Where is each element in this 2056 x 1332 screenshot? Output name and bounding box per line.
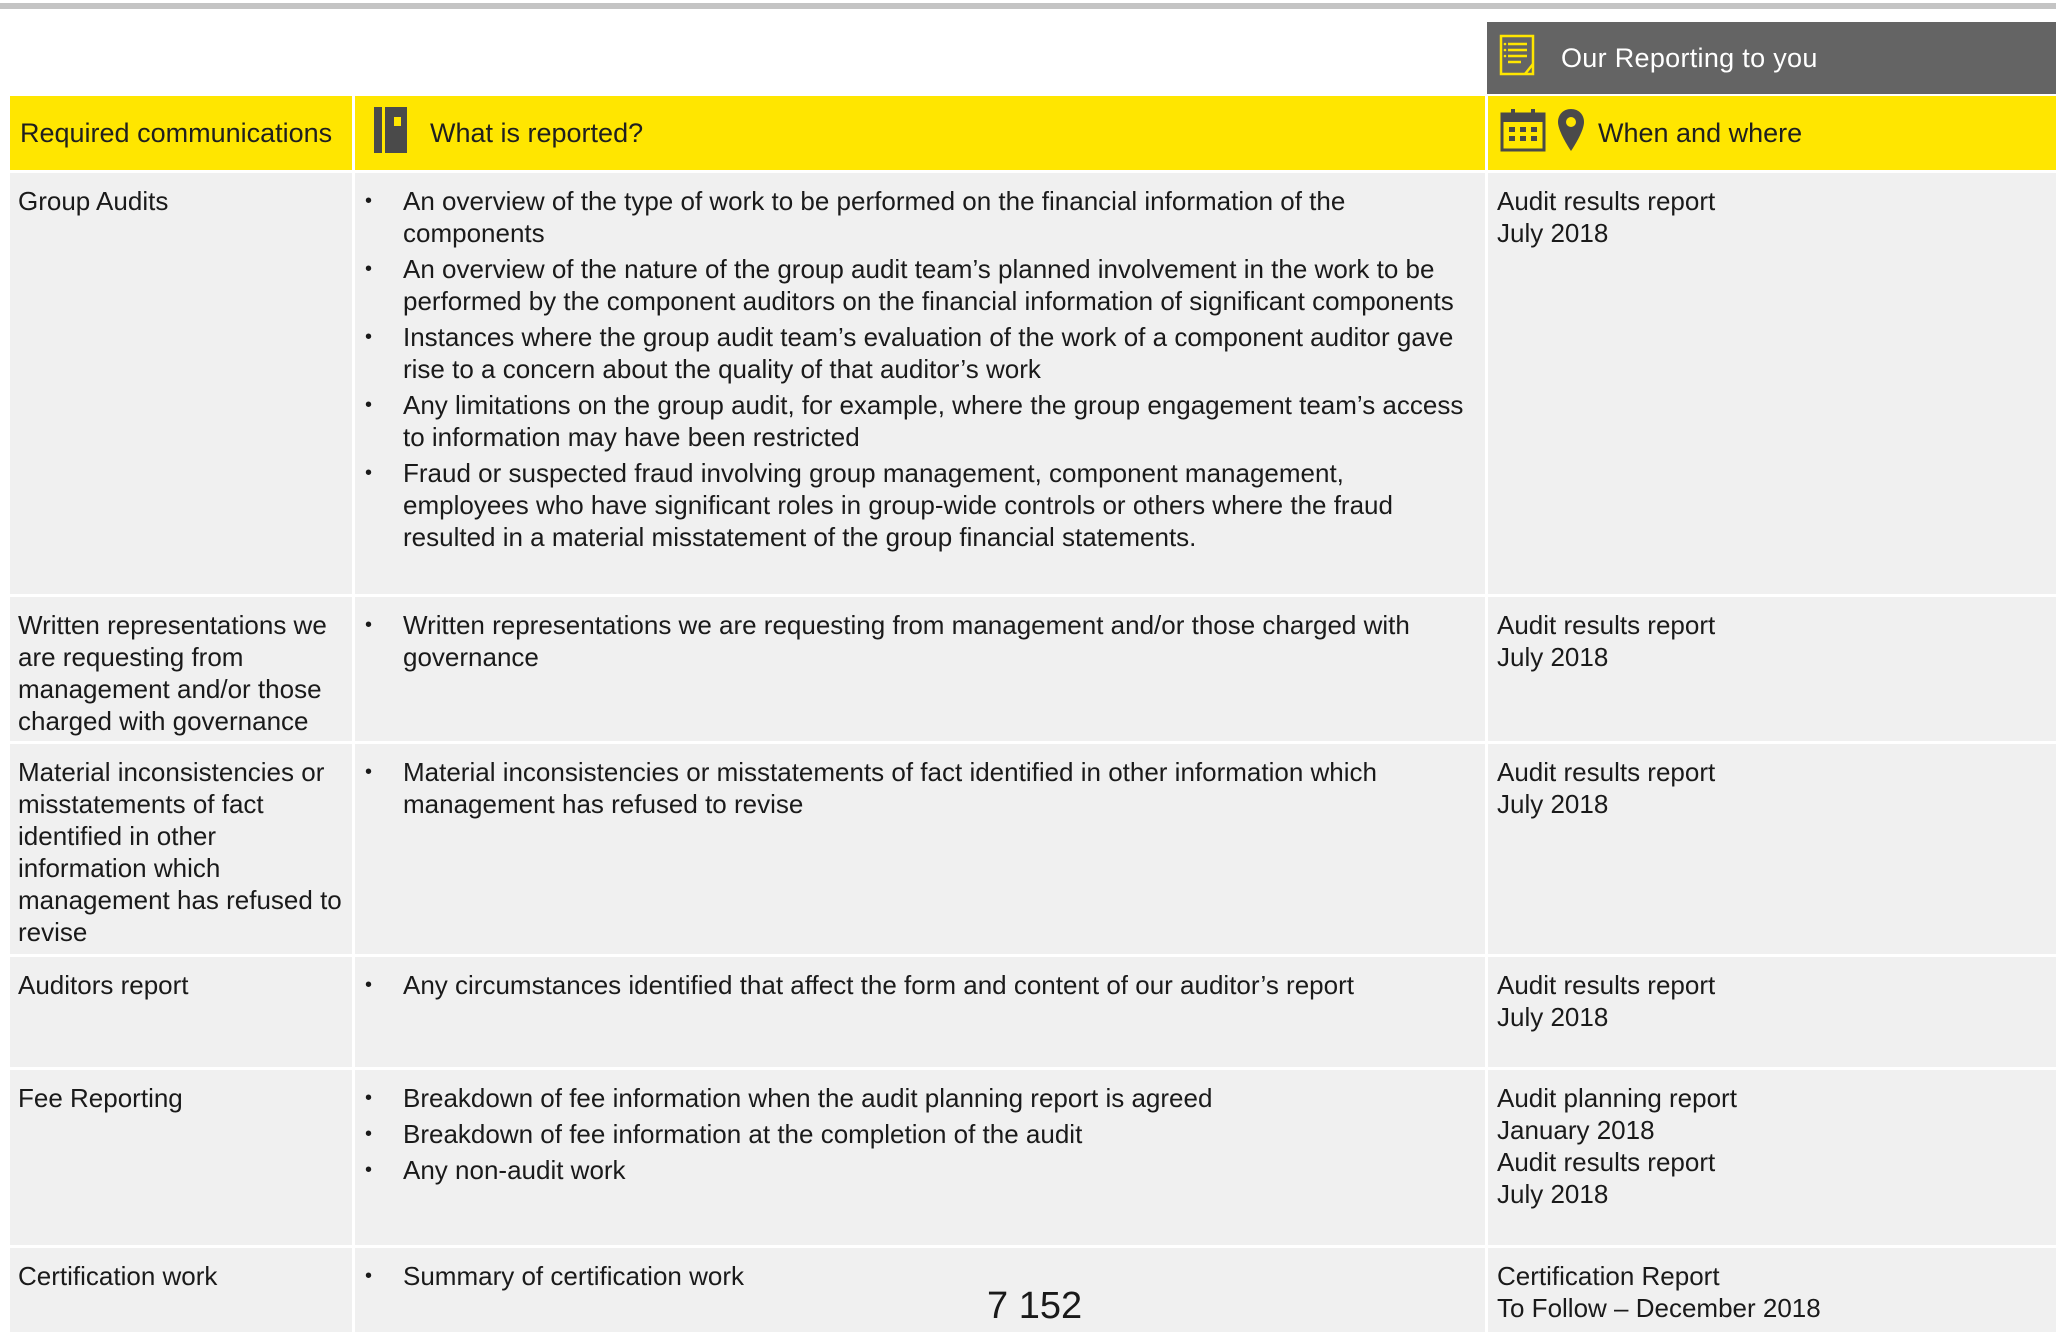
reported-list: Material inconsistencies or misstatement… (365, 756, 1475, 820)
reported-list: Breakdown of fee information when the au… (365, 1082, 1475, 1186)
requirement-cell: Auditors report (10, 957, 352, 1067)
reported-cell: Breakdown of fee information when the au… (355, 1070, 1485, 1245)
list-item: Any circumstances identified that affect… (365, 969, 1475, 1001)
list-item: An overview of the nature of the group a… (365, 253, 1475, 317)
when-cell: Audit results report July 2018 (1488, 597, 2056, 741)
when-cell: Audit results report July 2018 (1488, 173, 2056, 594)
header-when-label: When and where (1598, 117, 1803, 148)
page-number: 7 152 (987, 1285, 1083, 1327)
reported-list: Any circumstances identified that affect… (365, 969, 1475, 1001)
list-item: Instances where the group audit team’s e… (365, 321, 1475, 385)
requirement-cell: Certification work (10, 1248, 352, 1332)
list-item: Written representations we are requestin… (365, 609, 1475, 673)
header-required-communications: Required communications (10, 96, 352, 170)
reported-cell: An overview of the type of work to be pe… (355, 173, 1485, 594)
when-cell: Certification Report To Follow – Decembe… (1488, 1248, 2056, 1332)
list-item: Any non-audit work (365, 1154, 1475, 1186)
banner-title: Our Reporting to you (1561, 42, 1818, 73)
reported-cell: Summary of certification work (355, 1248, 1485, 1332)
list-item: Fraud or suspected fraud involving group… (365, 457, 1475, 553)
notebook-icon (372, 105, 410, 162)
calendar-icon (1500, 107, 1546, 160)
reported-cell: Any circumstances identified that affect… (355, 957, 1485, 1067)
reporting-banner: Our Reporting to you (1487, 22, 2056, 94)
when-cell: Audit results report July 2018 (1488, 957, 2056, 1067)
top-divider (0, 3, 2056, 9)
list-item: Any limitations on the group audit, for … (365, 389, 1475, 453)
communications-table: Required communications What is reported… (10, 96, 2056, 1332)
when-cell: Audit results report July 2018 (1488, 744, 2056, 954)
requirement-cell: Material inconsistencies or misstatement… (10, 744, 352, 954)
header-what-is-reported: What is reported? (355, 96, 1485, 170)
list-item: Material inconsistencies or misstatement… (365, 756, 1475, 820)
header-what-label: What is reported? (430, 117, 644, 148)
requirement-cell: Fee Reporting (10, 1070, 352, 1245)
reported-cell: Written representations we are requestin… (355, 597, 1485, 741)
when-cell: Audit planning report January 2018 Audit… (1488, 1070, 2056, 1245)
header-when-and-where: When and where (1488, 96, 2056, 170)
requirement-cell: Group Audits (10, 173, 352, 594)
location-pin-icon (1556, 107, 1586, 160)
list-item: Breakdown of fee information at the comp… (365, 1118, 1475, 1150)
requirement-cell: Written representations we are requestin… (10, 597, 352, 741)
list-item: An overview of the type of work to be pe… (365, 185, 1475, 249)
reported-cell: Material inconsistencies or misstatement… (355, 744, 1485, 954)
list-item: Summary of certification work (365, 1260, 1475, 1292)
list-item: Breakdown of fee information when the au… (365, 1082, 1475, 1114)
reported-list: Summary of certification work (365, 1260, 1475, 1292)
checklist-icon (1499, 34, 1539, 83)
reported-list: Written representations we are requestin… (365, 609, 1475, 673)
reported-list: An overview of the type of work to be pe… (365, 185, 1475, 553)
